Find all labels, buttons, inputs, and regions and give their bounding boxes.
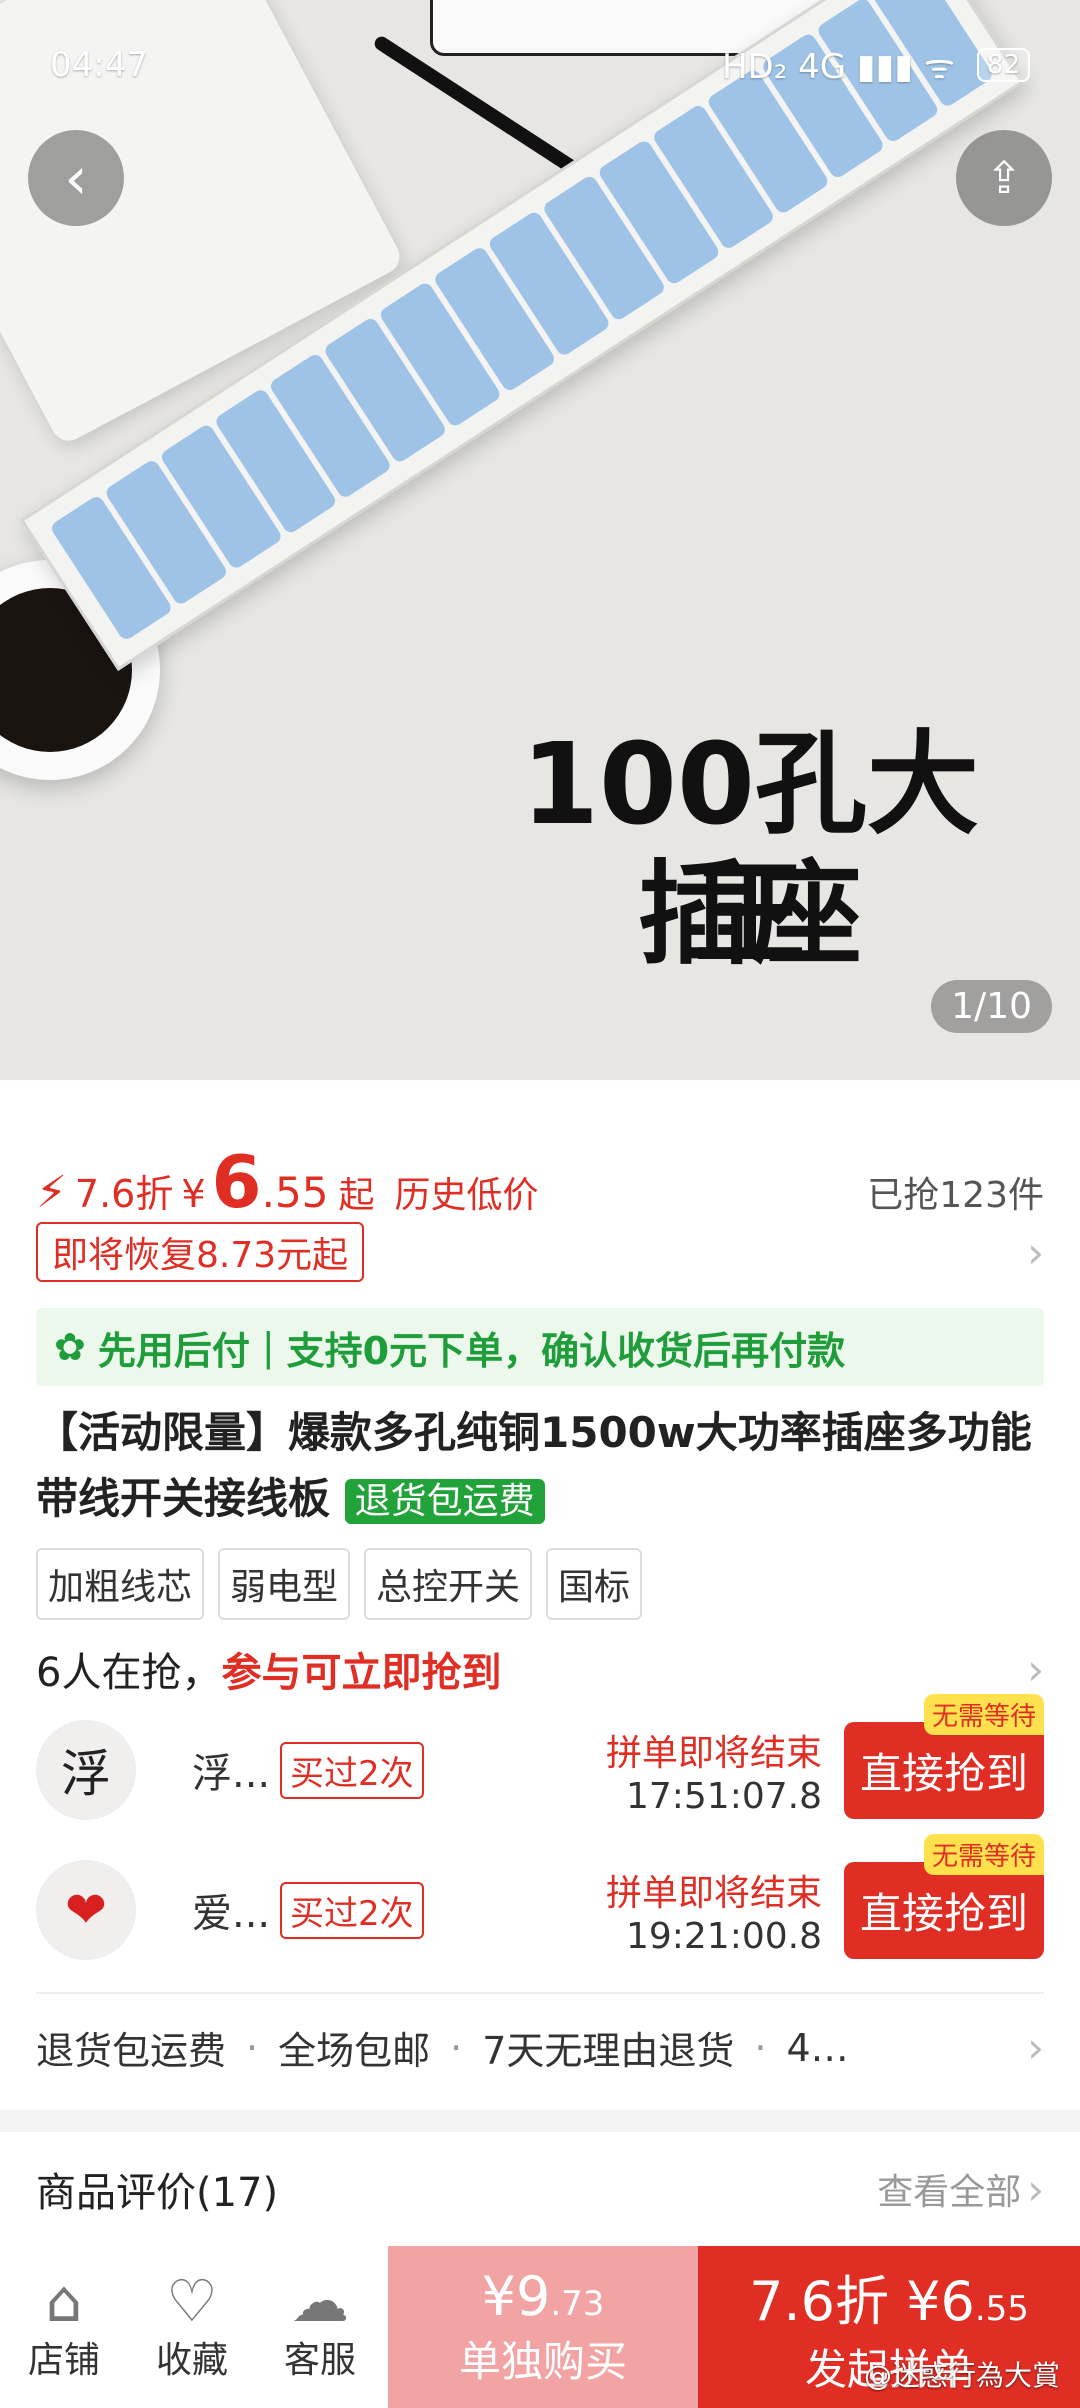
view-all-link[interactable]: 查看全部 <box>877 2163 1021 2215</box>
group-price-int: 7.6折 ¥6 <box>749 2270 975 2333</box>
group-buy-header[interactable]: 6人在抢， 参与可立即抢到 › <box>36 1640 1044 1698</box>
tag-item: 加粗线芯 <box>36 1548 205 1620</box>
solo-price: ¥9.73 <box>482 2265 605 2328</box>
buy-alone-label: 单独购买 <box>458 2337 627 2386</box>
timer-status: 拼单即将结束 <box>605 1732 822 1774</box>
service-guarantees[interactable]: 退货包运费 · 全场包邮 · 7天无理由退货 · 4… › <box>36 2020 1044 2075</box>
buyer-name: 浮... <box>192 1751 271 1797</box>
no-wait-badge: 无需等待 <box>923 1833 1044 1875</box>
group-timer: 拼单即将结束 17:51:07.8 <box>606 1724 822 1817</box>
chevron-right-icon: › <box>1027 2164 1044 2214</box>
pay-later-desc: 支持0元下单，确认收货后再付款 <box>286 1328 846 1373</box>
no-wait-badge: 无需等待 <box>923 1693 1044 1735</box>
price-from: 起 <box>338 1175 375 1216</box>
direct-grab-button[interactable]: 直接抢到 无需等待 <box>843 1693 1044 1819</box>
share-button[interactable]: ⇪ <box>956 130 1052 226</box>
service-separator: · <box>450 2025 463 2070</box>
bought-badge: 买过2次 <box>280 1741 424 1799</box>
price-row: ⚡ 7.6折 ¥ 6 .55 起 历史低价 已抢123件 <box>36 1140 1044 1224</box>
section-spacer <box>0 2110 1080 2132</box>
history-low-label: 历史低价 <box>394 1175 539 1216</box>
direct-grab-button[interactable]: 直接抢到 无需等待 <box>843 1833 1044 1959</box>
avatar: 浮 <box>36 1720 136 1820</box>
price-integer: 6 <box>211 1140 262 1224</box>
price-cents: .55 <box>261 1168 329 1217</box>
service-separator: · <box>754 2025 767 2070</box>
chat-bubble-icon: ☁ <box>291 2267 349 2335</box>
group-buyer-row: 浮 浮... 买过2次 拼单即将结束 17:51:07.8 直接抢到 无需等待 <box>36 1693 1044 1830</box>
solo-price-cents: .73 <box>550 2284 605 2324</box>
image-pager: 1/10 <box>931 980 1052 1033</box>
group-price-cents: .55 <box>974 2289 1029 2329</box>
chevron-right-icon: › <box>1027 1644 1044 1694</box>
customer-service-button[interactable]: ☁ 客服 <box>256 2246 384 2408</box>
favorite-button[interactable]: ♡ 收藏 <box>128 2246 256 2408</box>
grab-button-label: 直接抢到 <box>859 1888 1028 1938</box>
group-buyer-row: ❤ 爱... 买过2次 拼单即将结束 19:21:00.8 直接抢到 无需等待 <box>36 1833 1044 1970</box>
price-restore-row[interactable]: 即将恢复8.73元起 › <box>36 1222 1044 1282</box>
timer-status: 拼单即将结束 <box>605 1872 822 1914</box>
watermark: @迷惑行為大賞 <box>863 2359 1060 2392</box>
signal-icons: HD₂ 4G ▮▮▮ ᯤ <box>721 47 955 87</box>
sold-count: 已抢123件 <box>867 1175 1044 1216</box>
price-restore-tag: 即将恢复8.73元起 <box>36 1222 365 1282</box>
product-image-carousel[interactable]: 100孔大王 插座 1/10 <box>0 0 1080 1080</box>
tag-item: 国标 <box>546 1548 643 1620</box>
divider <box>36 1992 1044 1994</box>
grab-cta: 参与可立即抢到 <box>221 1650 502 1696</box>
group-timer: 拼单即将结束 19:21:00.8 <box>606 1864 822 1957</box>
solo-price-int: ¥9 <box>481 2265 551 2328</box>
share-icon: ⇪ <box>985 152 1023 204</box>
feature-tags: 加粗线芯 弱电型 总控开关 国标 <box>36 1548 1044 1620</box>
service-separator: · <box>246 2025 259 2070</box>
status-bar: 04:47 HD₂ 4G ▮▮▮ ᯤ 82 <box>50 40 1030 90</box>
bought-badge: 买过2次 <box>280 1881 424 1939</box>
pay-later-label: 先用后付 <box>97 1328 250 1373</box>
service-item: 退货包运费 <box>36 2029 227 2073</box>
tag-item: 弱电型 <box>218 1548 351 1620</box>
buy-alone-button[interactable]: ¥9.73 单独购买 <box>388 2246 698 2408</box>
return-shipping-badge: 退货包运费 <box>344 1479 545 1524</box>
currency-symbol: ¥ <box>181 1172 206 1216</box>
avatar: ❤ <box>36 1860 136 1960</box>
grab-count: 6人在抢， <box>36 1650 222 1696</box>
pay-later-separator: | <box>261 1325 275 1369</box>
status-time: 04:47 <box>50 45 148 85</box>
product-title: 【活动限量】爆款多孔纯铜1500w大功率插座多功能带线开关接线板 退货包运费 <box>36 1400 1044 1535</box>
battery-icon: 82 <box>976 48 1030 82</box>
badge-icon: ✿ <box>54 1325 86 1369</box>
tag-item: 总控开关 <box>364 1548 533 1620</box>
favorite-label: 收藏 <box>155 2340 228 2381</box>
shop-icon: ⌂ <box>45 2267 83 2335</box>
service-item: 4… <box>786 2025 849 2070</box>
timer-countdown: 19:21:00.8 <box>625 1915 822 1957</box>
shop-label: 店铺 <box>27 2340 100 2381</box>
heart-icon: ♡ <box>166 2267 218 2335</box>
service-item: 7天无理由退货 <box>482 2029 735 2073</box>
chevron-right-icon: › <box>1027 2023 1044 2072</box>
back-button[interactable]: ‹ <box>28 130 124 226</box>
shop-button[interactable]: ⌂ 店铺 <box>0 2246 128 2408</box>
group-price: 7.6折 ¥6.55 <box>749 2257 1029 2336</box>
chevron-right-icon: › <box>1027 1227 1044 1277</box>
grab-button-label: 直接抢到 <box>859 1748 1028 1798</box>
hero-title-line2: 插座 <box>638 850 862 980</box>
pay-later-banner[interactable]: ✿ 先用后付 | 支持0元下单，确认收货后再付款 <box>36 1308 1044 1386</box>
service-item: 全场包邮 <box>278 2029 431 2073</box>
reviews-title: 商品评价(17) <box>36 2170 279 2216</box>
service-label: 客服 <box>283 2340 356 2381</box>
reviews-header[interactable]: 商品评价(17) 查看全部 › <box>36 2160 1044 2218</box>
chevron-left-icon: ‹ <box>64 144 88 212</box>
buyer-name: 爱... <box>192 1891 271 1937</box>
lightning-icon: ⚡ <box>36 1167 67 1218</box>
discount-label: 7.6折 <box>74 1172 174 1216</box>
timer-countdown: 17:51:07.8 <box>625 1775 822 1817</box>
